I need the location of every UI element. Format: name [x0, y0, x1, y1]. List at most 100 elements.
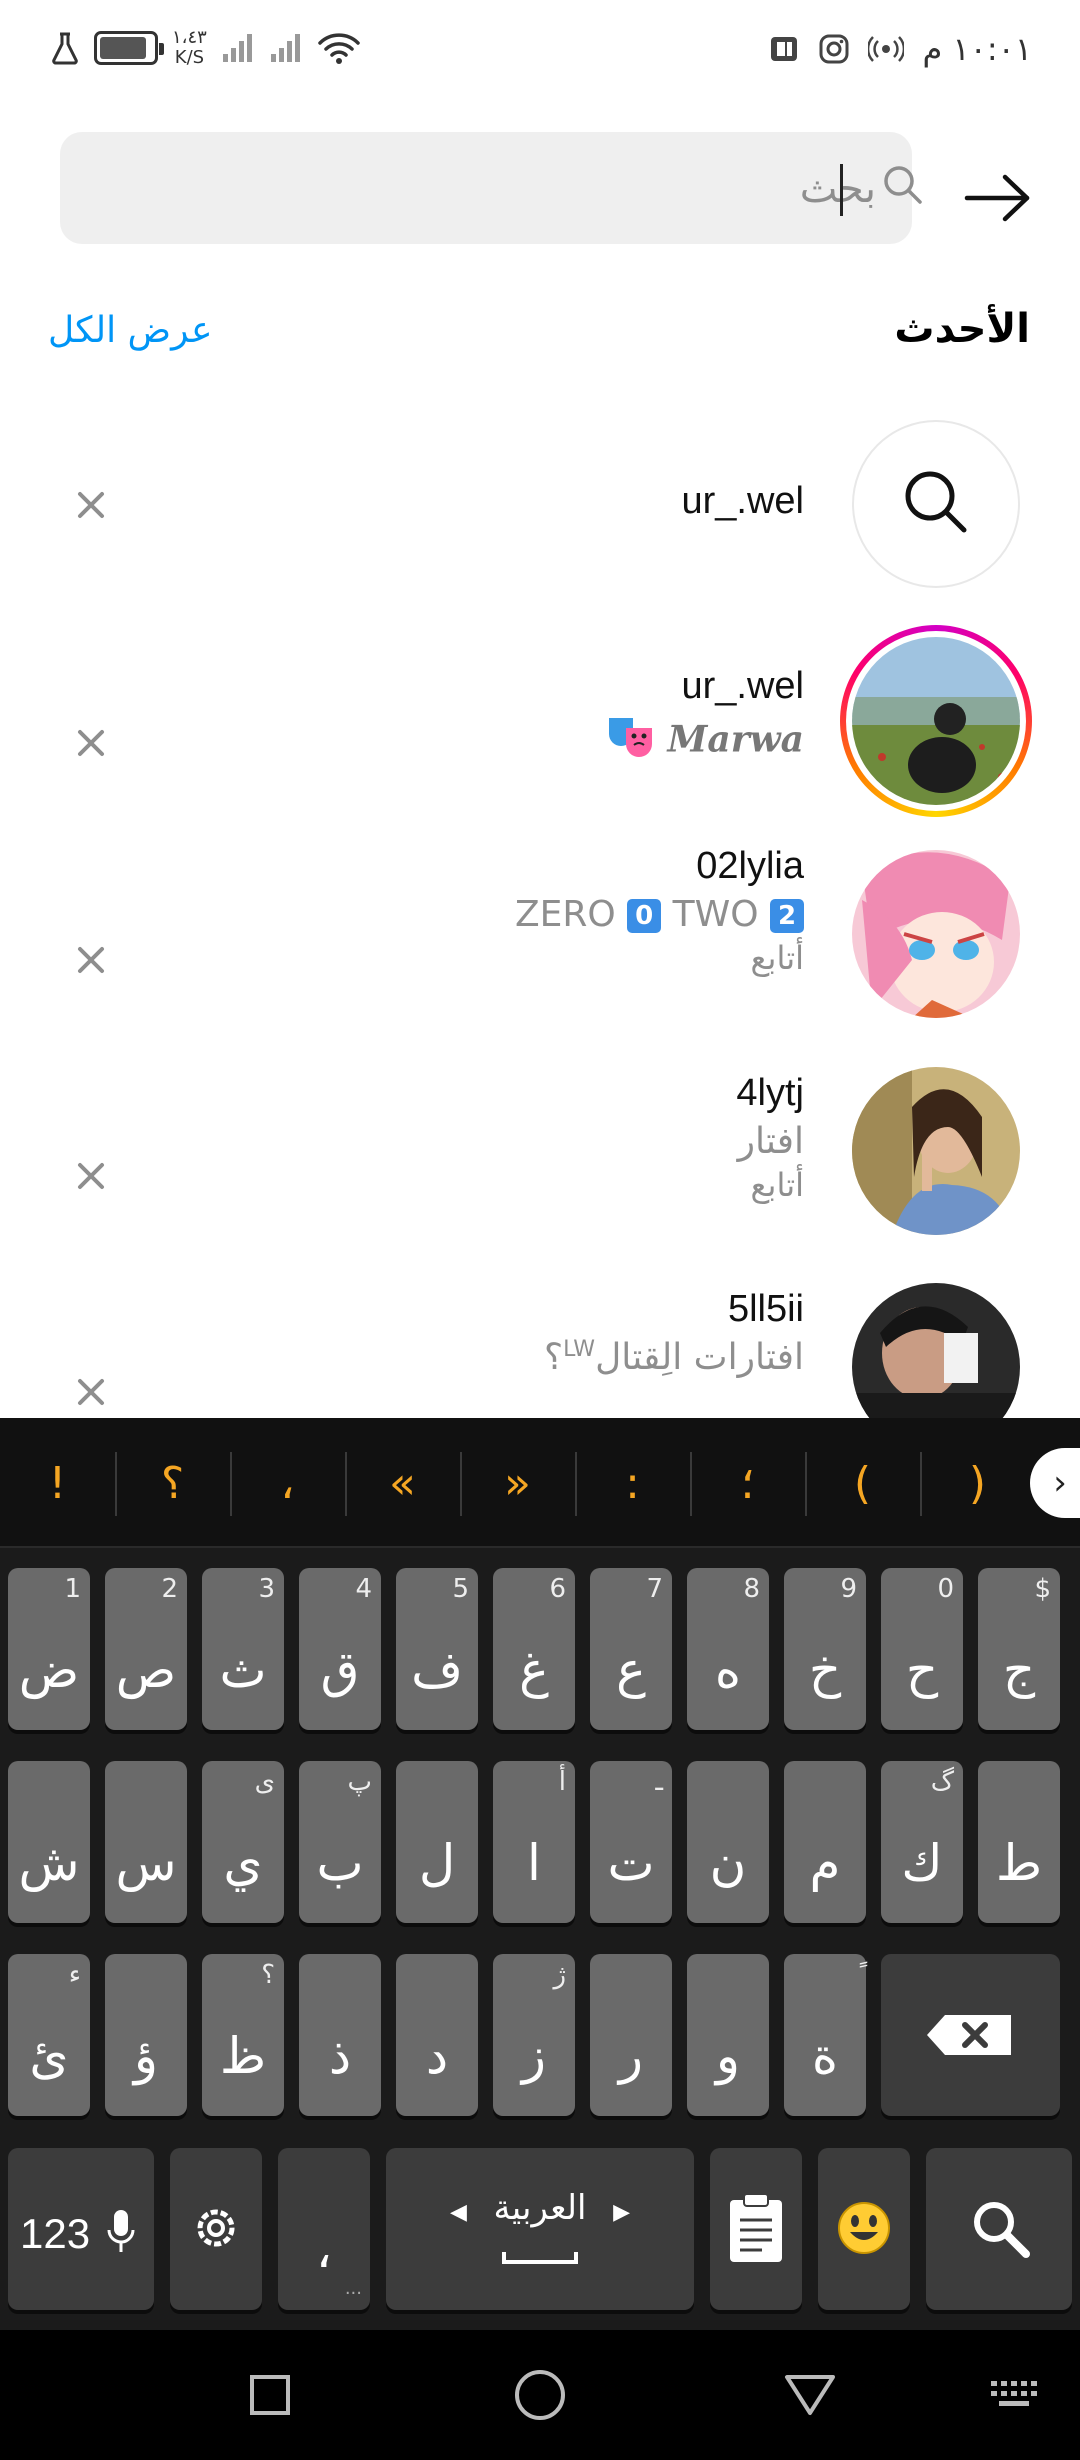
search-term-avatar: [852, 420, 1020, 588]
key[interactable]: ؟ ظ: [202, 1954, 284, 2116]
remove-icon[interactable]: [68, 720, 114, 766]
square-icon[interactable]: [235, 2360, 305, 2430]
suggestion-key[interactable]: ،: [230, 1440, 345, 1526]
clock: ١٠:٠١ م: [922, 30, 1032, 68]
clipboard-key[interactable]: [710, 2148, 802, 2310]
language-right-icon: ▶: [613, 2200, 630, 2225]
avatar: [852, 1067, 1020, 1235]
space-key[interactable]: ◀ العربية ▶: [386, 2148, 694, 2310]
key[interactable]: 5ف: [396, 1568, 478, 1730]
remove-icon[interactable]: [68, 937, 114, 983]
row-text: 02lylia ZERO 0 TWO 2 أتابع: [515, 845, 804, 977]
wallet-app-icon: [768, 33, 800, 65]
suggestion-key[interactable]: !: [0, 1440, 115, 1526]
net-speed-value: ١،٤٣: [172, 27, 207, 48]
system-nav-bar: [0, 2330, 1080, 2460]
key[interactable]: 2ص: [105, 1568, 187, 1730]
keycap-zero: 0: [627, 899, 662, 933]
suggestion-key[interactable]: «: [345, 1440, 460, 1526]
key-hint: 4: [355, 1574, 372, 1604]
suggestion-key[interactable]: (: [805, 1440, 920, 1526]
key[interactable]: 8ه: [687, 1568, 769, 1730]
key[interactable]: ش: [8, 1761, 90, 1923]
search-key[interactable]: [926, 2148, 1072, 2310]
key-hint: 7: [646, 1574, 663, 1604]
display-name: افتار: [737, 1121, 804, 1162]
numbers-mic-key[interactable]: 123: [8, 2148, 154, 2310]
key[interactable]: گك: [881, 1761, 963, 1923]
keyboard: ! ؟ ، « » : ؛ ( ) › 1ض 2ص 3ث 4ق 5ف 6غ 7ع…: [0, 1418, 1080, 2330]
recent-search-term-row[interactable]: ur_.wel: [0, 400, 1080, 610]
key[interactable]: 3ث: [202, 1568, 284, 1730]
backspace-key[interactable]: [881, 1954, 1060, 2116]
status-left: ١،٤٣ K/S: [50, 28, 361, 68]
display-name: ZERO 0 TWO 2: [515, 894, 804, 935]
key-label: ص: [115, 1641, 177, 1699]
key[interactable]: ـت: [590, 1761, 672, 1923]
key-hint: 3: [258, 1574, 275, 1604]
key[interactable]: 0ح: [881, 1568, 963, 1730]
key[interactable]: ًة: [784, 1954, 866, 2116]
key-label: ة: [811, 2027, 839, 2085]
circle-icon[interactable]: [505, 2360, 575, 2430]
key[interactable]: ژز: [493, 1954, 575, 2116]
search-box[interactable]: [60, 132, 922, 244]
triangle-back-icon[interactable]: [775, 2360, 845, 2430]
key[interactable]: 7ع: [590, 1568, 672, 1730]
suggestion-key[interactable]: ؛: [690, 1440, 805, 1526]
key[interactable]: ؤ: [105, 1954, 187, 2116]
recent-account-row[interactable]: 4lytj افتار أتابع: [0, 1062, 1080, 1272]
suggestion-key[interactable]: :: [575, 1440, 690, 1526]
recent-account-row[interactable]: ur_.wel Marwa: [0, 615, 1080, 825]
key[interactable]: ذ: [299, 1954, 381, 2116]
keyboard-icon[interactable]: [980, 2360, 1050, 2430]
comma-key[interactable]: ، ···: [278, 2148, 370, 2310]
suggestion-key[interactable]: ؟: [115, 1440, 230, 1526]
key[interactable]: ن: [687, 1761, 769, 1923]
key[interactable]: $ ج: [978, 1568, 1060, 1730]
key[interactable]: 1ض: [8, 1568, 90, 1730]
search-input[interactable]: [356, 162, 876, 216]
display-name: Marwa: [606, 714, 804, 769]
back-arrow-icon[interactable]: [958, 158, 1038, 238]
key-label: ش: [18, 1834, 80, 1892]
remove-icon[interactable]: [68, 1153, 114, 1199]
suggestion-key[interactable]: »: [460, 1440, 575, 1526]
key-label: ه: [714, 1641, 742, 1699]
username: 5ll5ii: [727, 1288, 804, 1330]
key[interactable]: س: [105, 1761, 187, 1923]
space-bar-icon: [502, 2252, 578, 2264]
key-hint: أ: [558, 1767, 566, 1797]
chevron-right-icon[interactable]: ›: [1030, 1448, 1080, 1518]
key[interactable]: ءئ: [8, 1954, 90, 2116]
key[interactable]: ل: [396, 1761, 478, 1923]
see-all-link[interactable]: عرض الكل: [48, 310, 212, 351]
key[interactable]: ر: [590, 1954, 672, 2116]
emoji-key[interactable]: [818, 2148, 910, 2310]
net-speed-unit: K/S: [174, 47, 205, 68]
recent-account-row[interactable]: 02lylia ZERO 0 TWO 2 أتابع: [0, 845, 1080, 1055]
key-label: و: [715, 2027, 741, 2085]
key[interactable]: أا: [493, 1761, 575, 1923]
key[interactable]: 6غ: [493, 1568, 575, 1730]
subtitle-word: ZERO: [514, 894, 616, 935]
suggestion-key[interactable]: ): [920, 1440, 1035, 1526]
subtitle-end: ؟: [543, 1337, 564, 1378]
search-term-text: ur_.wel: [681, 480, 805, 522]
key[interactable]: ط: [978, 1761, 1060, 1923]
key[interactable]: 9خ: [784, 1568, 866, 1730]
key[interactable]: ىي: [202, 1761, 284, 1923]
key[interactable]: 4ق: [299, 1568, 381, 1730]
settings-key[interactable]: [170, 2148, 262, 2310]
key[interactable]: م: [784, 1761, 866, 1923]
key-label: ز: [521, 2027, 547, 2085]
numbers-label: 123: [20, 2210, 91, 2257]
key-hint: ژ: [553, 1960, 566, 1990]
remove-icon[interactable]: [68, 1369, 114, 1415]
key[interactable]: و: [687, 1954, 769, 2116]
remove-icon[interactable]: [68, 482, 114, 528]
key[interactable]: پب: [299, 1761, 381, 1923]
avatar: [852, 850, 1020, 1018]
key[interactable]: د: [396, 1954, 478, 2116]
key-label: ح: [905, 1641, 939, 1699]
